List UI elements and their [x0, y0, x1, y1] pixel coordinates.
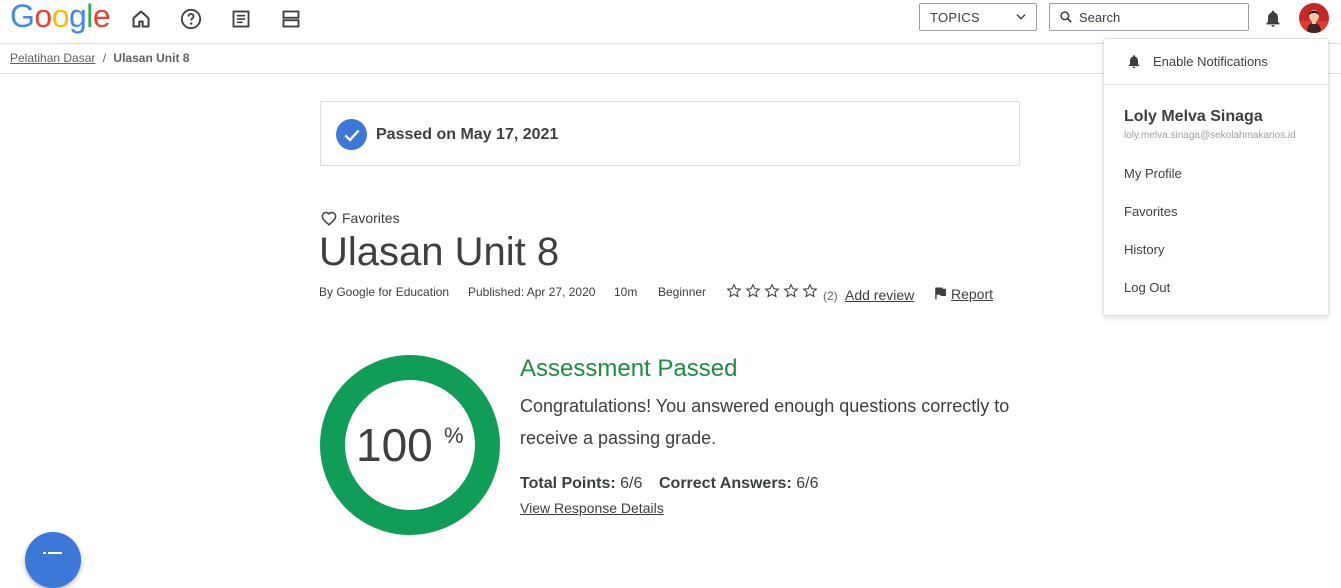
chevron-down-icon [1014, 10, 1028, 27]
search-input[interactable] [1073, 9, 1239, 25]
score-percent: 100 [356, 419, 433, 471]
logo-letter: o [51, 0, 70, 34]
view-response-details-link[interactable]: View Response Details [520, 500, 664, 516]
total-points-value: 6/6 [620, 475, 643, 492]
breadcrumb-link-pelatihan-dasar[interactable]: Pelatihan Dasar [10, 51, 95, 65]
enable-notifications-label: Enable Notifications [1153, 54, 1268, 69]
search-box[interactable] [1049, 3, 1249, 31]
course-duration: 10m [614, 285, 638, 299]
home-icon[interactable] [130, 8, 152, 30]
logo-letter: l [86, 0, 93, 34]
rating-stars [726, 283, 818, 304]
logo-letter: o [34, 0, 52, 34]
menu-item-history[interactable]: History [1124, 242, 1164, 257]
correct-answers: Correct Answers: 6/6 [659, 475, 818, 493]
passed-date-text: Passed on May 17, 2021 [376, 126, 559, 143]
favorites-toggle[interactable]: Favorites [321, 210, 400, 226]
account-menu: Enable Notifications Loly Melva Sinaga l… [1103, 38, 1329, 316]
user-email: loly.melva.sinaga@sekolahmakarios.id [1124, 130, 1296, 141]
star-outline-icon [802, 283, 818, 304]
table-of-contents-fab[interactable] [25, 532, 81, 588]
passed-banner: Passed on May 17, 2021 [320, 101, 1020, 166]
score-percent-sign: % [444, 423, 464, 448]
star-outline-icon [745, 283, 761, 304]
check-circle-icon [336, 119, 367, 150]
menu-item-favorites[interactable]: Favorites [1124, 204, 1177, 219]
search-icon [1059, 10, 1073, 24]
bell-icon [1126, 53, 1142, 75]
breadcrumb-separator: / [102, 51, 107, 65]
star-outline-icon [726, 283, 742, 304]
total-points: Total Points: 6/6 [520, 475, 642, 493]
logo-letter: G [10, 0, 35, 34]
report-link[interactable]: Report [951, 286, 993, 302]
enable-notifications-item[interactable]: Enable Notifications [1104, 39, 1328, 85]
breadcrumb: Pelatihan Dasar / Ulasan Unit 8 [10, 51, 189, 65]
google-logo[interactable]: Google [10, 0, 111, 35]
article-icon[interactable] [230, 8, 252, 30]
correct-answers-label: Correct Answers: [659, 475, 792, 492]
course-level: Beginner [658, 285, 707, 299]
assessment-message: Congratulations! You answered enough que… [520, 396, 1010, 448]
star-outline-icon [764, 283, 780, 304]
list-icon [43, 550, 63, 571]
page-title: Ulasan Unit 8 [319, 230, 560, 274]
flag-icon[interactable] [933, 286, 947, 306]
notifications-bell-icon[interactable] [1263, 8, 1283, 34]
user-name: Loly Melva Sinaga [1124, 108, 1263, 125]
logo-letter: g [68, 0, 87, 34]
course-author: By Google for Education [319, 285, 450, 299]
user-avatar[interactable] [1299, 3, 1329, 33]
add-review-link[interactable]: Add review [845, 287, 914, 303]
topics-dropdown[interactable]: TOPICS [919, 3, 1037, 31]
logo-letter: e [92, 0, 111, 34]
heart-outline-icon [321, 211, 337, 226]
assessment-status-heading: Assessment Passed [520, 355, 738, 382]
menu-item-log-out[interactable]: Log Out [1124, 280, 1170, 295]
breadcrumb-current: Ulasan Unit 8 [113, 51, 190, 65]
menu-item-my-profile[interactable]: My Profile [1124, 166, 1182, 181]
star-outline-icon [783, 283, 799, 304]
topics-label: TOPICS [930, 9, 980, 25]
total-points-label: Total Points: [520, 475, 616, 492]
view-agenda-icon[interactable] [280, 8, 302, 30]
help-icon[interactable] [180, 8, 202, 30]
course-published-date: Published: Apr 27, 2020 [468, 285, 596, 299]
review-count: (2) [823, 289, 838, 303]
favorites-label: Favorites [342, 210, 400, 226]
correct-answers-value: 6/6 [796, 475, 819, 492]
